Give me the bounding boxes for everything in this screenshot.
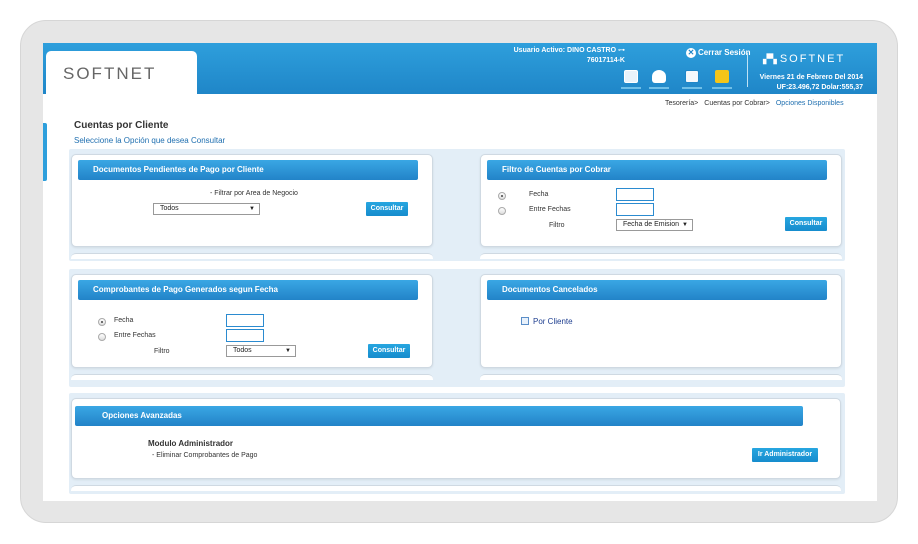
user-rut: 76017114-K	[586, 57, 625, 64]
radio-fecha-label: Fecha	[114, 317, 134, 324]
consultar-button[interactable]: Consultar	[368, 344, 410, 358]
close-icon: ✕	[686, 48, 696, 58]
filtro-label: Filtro	[549, 222, 565, 229]
filtro-value: Todos	[233, 347, 252, 354]
breadcrumb-item-opciones[interactable]: Opciones Disponibles	[776, 100, 844, 107]
logout-button[interactable]: ✕ Cerrar Sesión	[686, 48, 750, 58]
breadcrumb: Tesorería> Cuentas por Cobrar> Opciones Di…	[665, 100, 850, 107]
contacts-icon	[624, 70, 638, 83]
header-bar: SOFTNET Usuario Activo: DINO CASTRO ⊶ 76…	[43, 43, 877, 94]
brand-right-text: SOFTNET	[779, 53, 846, 65]
filtro-select[interactable]: Todos ▼	[226, 345, 296, 357]
panel-footer-line	[480, 374, 842, 380]
ir-administrador-button[interactable]: Ir Administrador	[752, 448, 818, 462]
panel-title: Documentos Cancelados	[487, 280, 827, 300]
por-cliente-link[interactable]: Por Cliente	[521, 317, 573, 326]
page-title: Cuentas por Cliente	[74, 120, 169, 131]
chevron-down-icon: ▼	[249, 206, 255, 212]
logo: SOFTNET	[63, 64, 157, 83]
toolbar-underline	[649, 87, 669, 89]
radio-fecha-label: Fecha	[529, 191, 549, 198]
users-button[interactable]	[649, 68, 669, 89]
panel-title: Opciones Avanzadas	[75, 406, 803, 426]
entre-fechas-input[interactable]	[616, 203, 654, 216]
toolbar-underline	[621, 87, 641, 89]
breadcrumb-item-cuentas[interactable]: Cuentas por Cobrar>	[704, 100, 770, 107]
module-description: - Eliminar Comprobantes de Pago	[152, 452, 258, 459]
panel-footer-line	[480, 253, 842, 259]
app-window: SOFTNET Usuario Activo: DINO CASTRO ⊶ 76…	[43, 43, 877, 501]
panel-documentos-cancelados: Documentos Cancelados Por Cliente	[480, 274, 842, 368]
entre-fechas-input[interactable]	[226, 329, 264, 342]
filter-label: - Filtrar por Area de Negocio	[210, 190, 298, 197]
panel-footer-line	[71, 253, 433, 259]
radio-entre-label: Entre Fechas	[529, 206, 571, 213]
radio-entre-fechas[interactable]	[98, 333, 106, 341]
toolbar-underline	[682, 87, 702, 89]
radio-fecha[interactable]	[498, 192, 506, 200]
panel-footer-line	[71, 485, 841, 491]
radio-fecha[interactable]	[98, 318, 106, 326]
user-name: Usuario Activo: DINO CASTRO	[513, 47, 617, 54]
fecha-input[interactable]	[226, 314, 264, 327]
page-subtitle: Seleccione la Opción que desea Consultar	[74, 136, 226, 145]
chevron-down-icon: ▼	[285, 348, 291, 354]
filtro-value: Fecha de Emision	[623, 221, 680, 228]
filtro-select[interactable]: Fecha de Emision ▼	[616, 219, 693, 231]
date-info: Viernes 21 de Febrero Del 2014 UF:23.496…	[733, 73, 863, 93]
area-negocio-select[interactable]: Todos ▼	[153, 203, 260, 215]
contacts-button[interactable]	[621, 68, 641, 89]
logout-label: Cerrar Sesión	[698, 48, 751, 57]
panel-opciones-avanzadas: Opciones Avanzadas Modulo Administrador …	[71, 398, 841, 479]
current-date: Viernes 21 de Febrero Del 2014	[759, 74, 863, 81]
por-cliente-label: Por Cliente	[533, 317, 573, 326]
panel-comprobantes: Comprobantes de Pago Generados segun Fec…	[71, 274, 433, 368]
breadcrumb-item-tesoreria[interactable]: Tesorería>	[665, 100, 698, 107]
module-title: Modulo Administrador	[148, 439, 234, 448]
folder-button[interactable]	[712, 68, 732, 89]
brand-logo-right: ▞▚ SOFTNET	[763, 53, 845, 65]
active-user: Usuario Activo: DINO CASTRO ⊶ 76017114-K	[483, 46, 625, 66]
softnet-mark-icon: ▞▚	[763, 54, 777, 64]
radio-entre-label: Entre Fechas	[114, 332, 156, 339]
filtro-label: Filtro	[154, 348, 170, 355]
chevron-down-icon: ▼	[682, 222, 688, 228]
exchange-rates: UF:23.496,72 Dolar:555,37	[776, 84, 863, 91]
area-negocio-value: Todos	[160, 205, 179, 212]
panel-filtro-cuentas: Filtro de Cuentas por Cobrar Fecha Entre…	[480, 154, 842, 247]
logo-tab[interactable]: SOFTNET	[46, 51, 197, 94]
toolbar-underline	[712, 87, 732, 89]
key-icon: ⊶	[618, 47, 625, 54]
panel-title: Documentos Pendientes de Pago por Client…	[78, 160, 418, 180]
calendar-icon	[521, 317, 529, 325]
fecha-input[interactable]	[616, 188, 654, 201]
side-collapse-tab[interactable]	[43, 123, 47, 181]
radio-entre-fechas[interactable]	[498, 207, 506, 215]
panel-title: Filtro de Cuentas por Cobrar	[487, 160, 827, 180]
list-button[interactable]	[682, 68, 702, 89]
list-icon	[685, 70, 699, 83]
panel-footer-line	[71, 374, 433, 380]
panel-documentos-pendientes: Documentos Pendientes de Pago por Client…	[71, 154, 433, 247]
users-icon	[652, 70, 666, 83]
panel-title: Comprobantes de Pago Generados segun Fec…	[78, 280, 418, 300]
folder-icon	[715, 70, 729, 83]
consultar-button[interactable]: Consultar	[785, 217, 827, 231]
consultar-button[interactable]: Consultar	[366, 202, 408, 216]
